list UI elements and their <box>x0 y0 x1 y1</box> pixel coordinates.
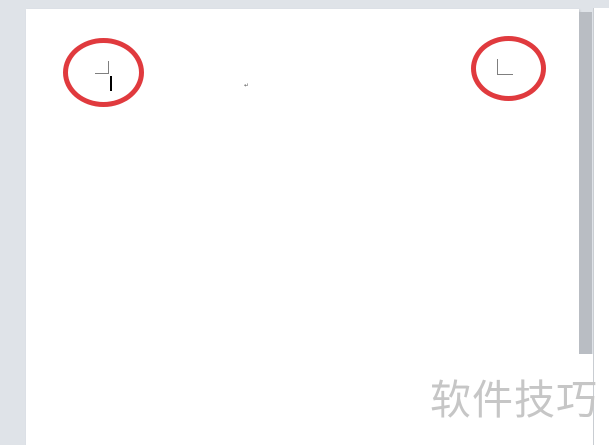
right-crop-mark-highlight-circle <box>471 36 546 101</box>
left-crop-mark-highlight-circle <box>63 38 144 107</box>
paragraph-mark: ↵ <box>244 82 250 89</box>
page-shadow <box>579 12 592 354</box>
document-workspace: ↵ 软件技巧 <box>0 0 609 445</box>
watermark-text: 软件技巧 <box>430 376 598 424</box>
